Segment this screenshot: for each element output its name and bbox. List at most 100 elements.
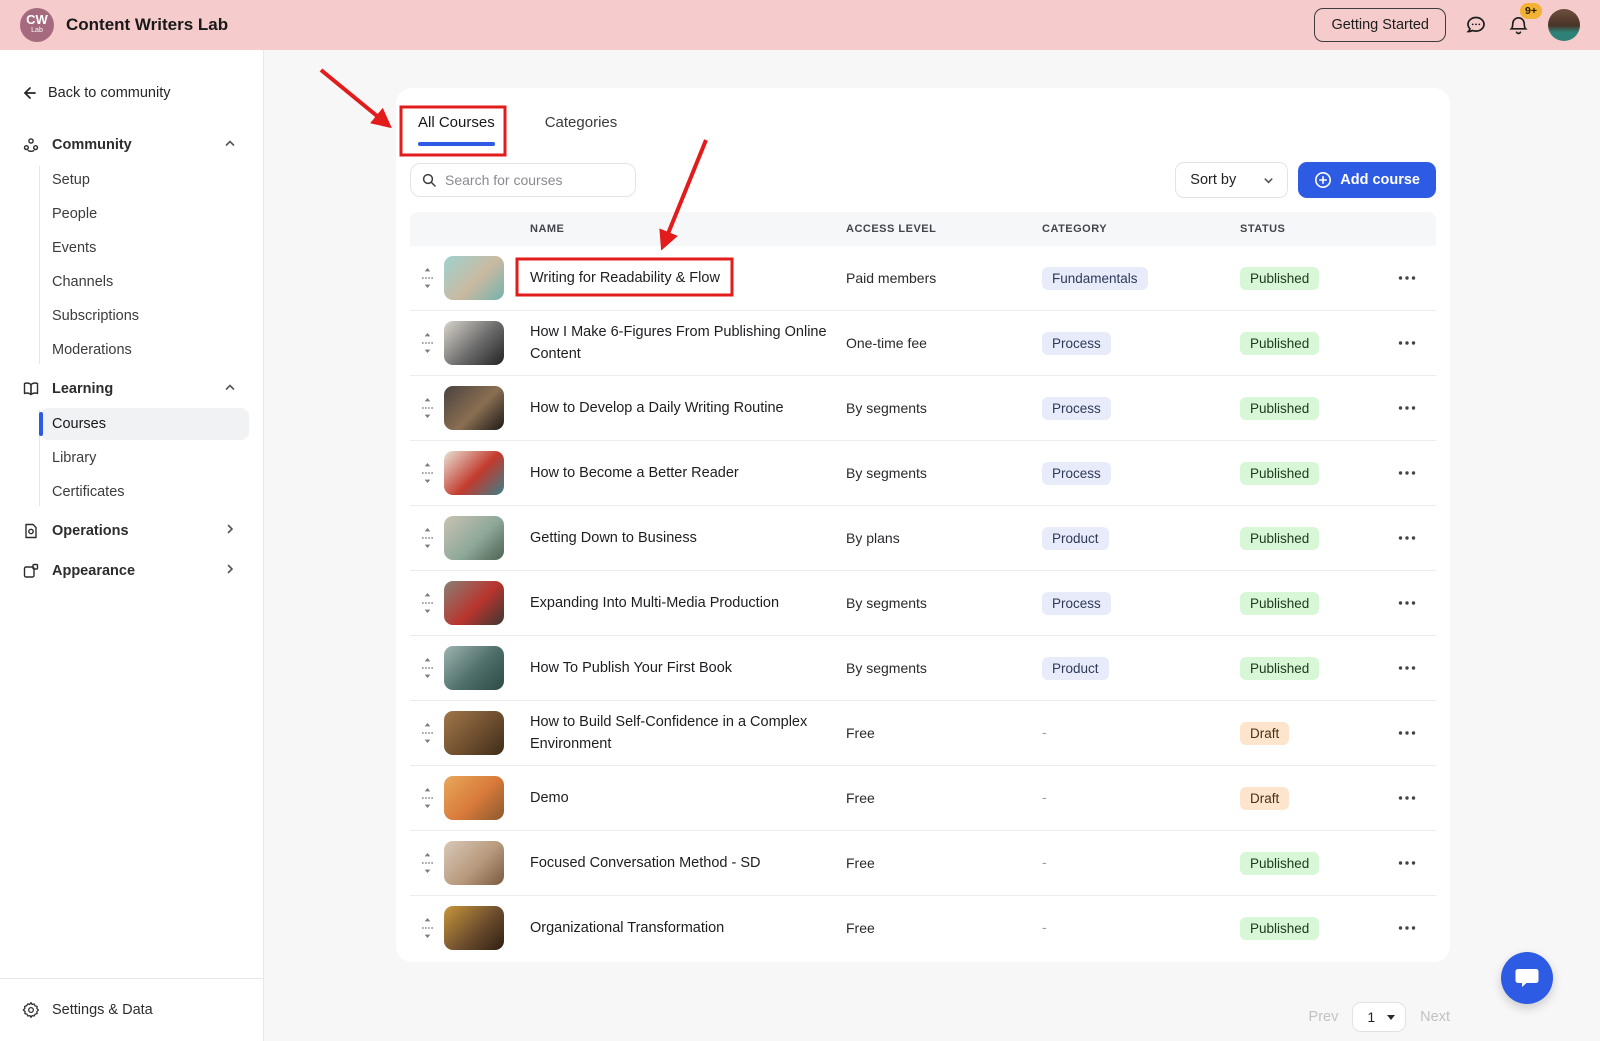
table-row[interactable]: Writing for Readability & Flow Paid memb… bbox=[410, 246, 1436, 310]
course-thumbnail bbox=[444, 906, 504, 950]
getting-started-button[interactable]: Getting Started bbox=[1314, 8, 1446, 42]
drag-handle-icon[interactable] bbox=[410, 658, 444, 678]
table-row[interactable]: Getting Down to Business By plans Produc… bbox=[410, 505, 1436, 570]
drag-handle-icon[interactable] bbox=[410, 398, 444, 418]
row-actions-button[interactable] bbox=[1392, 724, 1422, 742]
status-badge: Published bbox=[1240, 267, 1319, 290]
course-name[interactable]: Getting Down to Business bbox=[530, 530, 697, 546]
sidebar-item-people[interactable]: People bbox=[40, 198, 249, 230]
chevron-right-icon bbox=[223, 522, 241, 540]
course-name[interactable]: Demo bbox=[530, 790, 569, 806]
add-course-label: Add course bbox=[1340, 172, 1420, 188]
drag-handle-icon[interactable] bbox=[410, 853, 444, 873]
drag-handle-icon[interactable] bbox=[410, 918, 444, 938]
community-title: Content Writers Lab bbox=[66, 15, 228, 35]
plus-circle-icon bbox=[1314, 171, 1332, 189]
access-level: Free bbox=[846, 725, 1042, 741]
row-actions-button[interactable] bbox=[1392, 334, 1422, 352]
course-search[interactable] bbox=[410, 163, 636, 197]
sidebar-item-certificates[interactable]: Certificates bbox=[40, 476, 249, 508]
dropdown-triangle-icon bbox=[1387, 1015, 1395, 1020]
sidebar-item-events[interactable]: Events bbox=[40, 232, 249, 264]
course-thumbnail bbox=[444, 451, 504, 495]
tab-categories[interactable]: Categories bbox=[537, 110, 626, 131]
row-actions-button[interactable] bbox=[1392, 529, 1422, 547]
table-row[interactable]: How To Publish Your First Book By segmen… bbox=[410, 635, 1436, 700]
table-row[interactable]: How I Make 6-Figures From Publishing Onl… bbox=[410, 310, 1436, 375]
operations-icon bbox=[22, 522, 40, 540]
row-actions-button[interactable] bbox=[1392, 854, 1422, 872]
community-logo[interactable]: CW Lab bbox=[20, 8, 54, 42]
chat-launcher-button[interactable] bbox=[1501, 952, 1553, 1004]
table-row[interactable]: How to Develop a Daily Writing Routine B… bbox=[410, 375, 1436, 440]
sidebar-item-setup[interactable]: Setup bbox=[40, 164, 249, 196]
messages-icon[interactable] bbox=[1464, 13, 1488, 37]
add-course-button[interactable]: Add course bbox=[1298, 162, 1436, 198]
row-actions-button[interactable] bbox=[1392, 789, 1422, 807]
table-row[interactable]: Organizational Transformation Free - Pub… bbox=[410, 895, 1436, 960]
status-cell: Published bbox=[1240, 332, 1392, 355]
drag-handle-icon[interactable] bbox=[410, 333, 444, 353]
table-row[interactable]: Demo Free - Draft bbox=[410, 765, 1436, 830]
course-name[interactable]: How To Publish Your First Book bbox=[530, 660, 732, 676]
sidebar-item-library[interactable]: Library bbox=[40, 442, 249, 474]
courses-card: All Courses Categories Sort by bbox=[396, 88, 1450, 962]
drag-handle-icon[interactable] bbox=[410, 723, 444, 743]
course-name[interactable]: Focused Conversation Method - SD bbox=[530, 855, 761, 871]
course-name[interactable]: Writing for Readability & Flow bbox=[530, 270, 720, 286]
course-name[interactable]: Organizational Transformation bbox=[530, 920, 724, 936]
sidebar-section-appearance[interactable]: Appearance bbox=[14, 554, 249, 588]
user-avatar[interactable] bbox=[1548, 9, 1580, 41]
next-page-button[interactable]: Next bbox=[1420, 1009, 1450, 1025]
page-number-dropdown[interactable]: 1 bbox=[1352, 1002, 1406, 1032]
sidebar-section-learning[interactable]: Learning bbox=[14, 372, 249, 406]
row-actions-button[interactable] bbox=[1392, 659, 1422, 677]
row-actions-button[interactable] bbox=[1392, 464, 1422, 482]
category-cell: Process bbox=[1042, 592, 1240, 615]
sidebar-item-subscriptions[interactable]: Subscriptions bbox=[40, 300, 249, 332]
notifications-bell-icon[interactable]: 9+ bbox=[1506, 13, 1530, 37]
sort-by-dropdown[interactable]: Sort by bbox=[1175, 162, 1288, 198]
drag-handle-icon[interactable] bbox=[410, 268, 444, 288]
course-name[interactable]: How to Become a Better Reader bbox=[530, 465, 739, 481]
category-cell: - bbox=[1042, 724, 1240, 742]
row-actions-button[interactable] bbox=[1392, 269, 1422, 287]
course-name[interactable]: How to Build Self-Confidence in a Comple… bbox=[530, 714, 807, 752]
table-row[interactable]: How to Become a Better Reader By segment… bbox=[410, 440, 1436, 505]
access-level: By plans bbox=[846, 530, 1042, 546]
sidebar-section-operations[interactable]: Operations bbox=[14, 514, 249, 548]
table-row[interactable]: Focused Conversation Method - SD Free - … bbox=[410, 830, 1436, 895]
drag-handle-icon[interactable] bbox=[410, 528, 444, 548]
drag-handle-icon[interactable] bbox=[410, 463, 444, 483]
active-tab-underline bbox=[418, 142, 495, 146]
drag-handle-icon[interactable] bbox=[410, 788, 444, 808]
prev-page-button[interactable]: Prev bbox=[1309, 1009, 1339, 1025]
status-cell: Published bbox=[1240, 462, 1392, 485]
status-badge: Published bbox=[1240, 852, 1319, 875]
tab-all-courses[interactable]: All Courses bbox=[410, 110, 503, 146]
drag-handle-icon[interactable] bbox=[410, 593, 444, 613]
course-name[interactable]: Expanding Into Multi-Media Production bbox=[530, 595, 779, 611]
settings-label: Settings & Data bbox=[52, 1002, 153, 1018]
pagination: Prev 1 Next bbox=[396, 986, 1450, 1032]
courses-toolbar: Sort by Add course bbox=[410, 162, 1436, 198]
search-input[interactable] bbox=[445, 172, 625, 188]
row-actions-button[interactable] bbox=[1392, 399, 1422, 417]
table-row[interactable]: How to Build Self-Confidence in a Comple… bbox=[410, 700, 1436, 765]
sidebar-item-courses[interactable]: Courses bbox=[40, 408, 249, 440]
sidebar-item-moderations[interactable]: Moderations bbox=[40, 334, 249, 366]
main-content: All Courses Categories Sort by bbox=[264, 50, 1600, 1041]
access-level: Free bbox=[846, 855, 1042, 871]
appearance-icon bbox=[22, 562, 40, 580]
table-row[interactable]: Expanding Into Multi-Media Production By… bbox=[410, 570, 1436, 635]
top-header: CW Lab Content Writers Lab Getting Start… bbox=[0, 0, 1600, 50]
course-name[interactable]: How I Make 6-Figures From Publishing Onl… bbox=[530, 324, 827, 362]
row-actions-button[interactable] bbox=[1392, 919, 1422, 937]
category-cell: Fundamentals bbox=[1042, 267, 1240, 290]
row-actions-button[interactable] bbox=[1392, 594, 1422, 612]
sidebar-section-community[interactable]: Community bbox=[14, 128, 249, 162]
back-to-community-link[interactable]: Back to community bbox=[14, 80, 249, 106]
settings-and-data-link[interactable]: Settings & Data bbox=[14, 993, 249, 1027]
course-name[interactable]: How to Develop a Daily Writing Routine bbox=[530, 400, 784, 416]
sidebar-item-channels[interactable]: Channels bbox=[40, 266, 249, 298]
